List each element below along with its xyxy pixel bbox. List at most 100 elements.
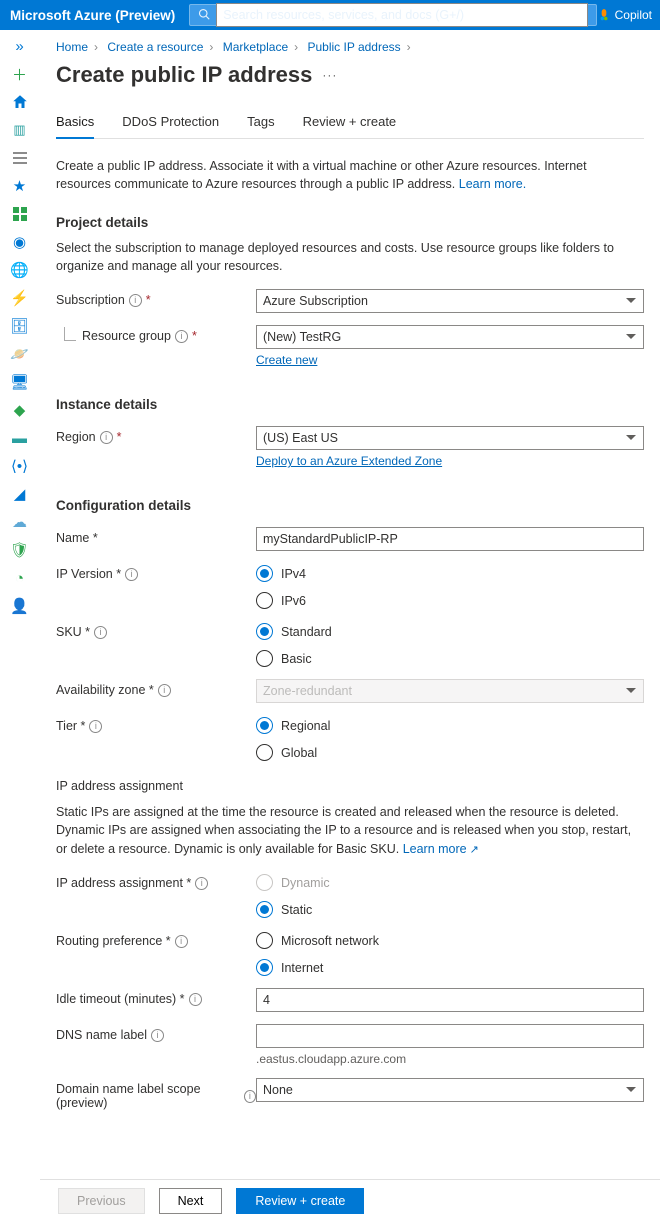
rail-storage-icon[interactable]: ▬ <box>10 428 30 448</box>
wizard-footer: Previous Next Review + create <box>40 1179 660 1221</box>
breadcrumb-create[interactable]: Create a resource <box>107 40 203 54</box>
tier-global-radio[interactable]: Global <box>256 744 644 761</box>
tabs: Basics DDoS Protection Tags Review + cre… <box>56 114 644 139</box>
info-icon[interactable]: i <box>100 431 113 444</box>
rail-list-icon[interactable] <box>10 148 30 168</box>
tier-regional-radio[interactable]: Regional <box>256 717 644 734</box>
name-input[interactable] <box>256 527 644 551</box>
info-icon[interactable]: i <box>175 935 188 948</box>
rail-star-icon[interactable]: ★ <box>10 176 30 196</box>
ipv4-radio[interactable]: IPv4 <box>256 565 644 582</box>
intro-text: Create a public IP address. Associate it… <box>56 157 644 193</box>
info-icon[interactable]: i <box>158 684 171 697</box>
info-icon[interactable]: i <box>129 294 142 307</box>
info-icon[interactable]: i <box>89 720 102 733</box>
assign-static-radio[interactable]: Static <box>256 901 644 918</box>
section-config: Configuration details <box>56 498 644 513</box>
breadcrumb-pip[interactable]: Public IP address <box>307 40 400 54</box>
copilot-icon <box>597 8 611 22</box>
rail-vnet-icon[interactable]: ⟨•⟩ <box>10 456 30 476</box>
assign-learn-link[interactable]: Learn more <box>403 842 479 856</box>
routing-ms-radio[interactable]: Microsoft network <box>256 932 644 949</box>
tier-label: Tier * i <box>56 715 256 733</box>
assign-dynamic-radio: Dynamic <box>256 874 644 891</box>
subscription-select[interactable]: Azure Subscription <box>256 289 644 313</box>
top-bar: Microsoft Azure (Preview) Copilot <box>0 0 660 30</box>
review-create-button[interactable]: Review + create <box>236 1188 364 1214</box>
ipv6-radio[interactable]: IPv6 <box>256 592 644 609</box>
search-icon <box>198 8 210 23</box>
left-rail: » ＋ ▥ ★ ◉ 🌐 ⚡ 🗄 🪐 🖥 ◆ ▬ ⟨•⟩ ◢ ☁ 🛡 ◔ 👤 <box>0 30 40 1221</box>
rail-cost-icon[interactable]: ◔ <box>10 568 30 588</box>
scope-select[interactable]: None <box>256 1078 644 1102</box>
region-select[interactable]: (US) East US <box>256 426 644 450</box>
sku-label: SKU * i <box>56 621 256 639</box>
tab-review[interactable]: Review + create <box>303 114 397 138</box>
brand: Microsoft Azure (Preview) <box>10 8 175 23</box>
sku-basic-radio[interactable]: Basic <box>256 650 644 667</box>
assign-label: IP address assignment * i <box>56 872 256 890</box>
section-project: Project details <box>56 215 644 230</box>
info-icon[interactable]: i <box>125 568 138 581</box>
rail-support-icon[interactable]: 👤 <box>10 596 30 616</box>
search-input[interactable] <box>216 3 587 27</box>
tab-ddos[interactable]: DDoS Protection <box>122 114 219 138</box>
breadcrumb-marketplace[interactable]: Marketplace <box>223 40 288 54</box>
rail-circle-icon[interactable]: ◉ <box>10 232 30 252</box>
rail-globe-icon[interactable]: 🌐 <box>10 260 30 280</box>
info-icon[interactable]: i <box>244 1090 256 1103</box>
sku-standard-radio[interactable]: Standard <box>256 623 644 640</box>
ip-assign-help: Static IPs are assigned at the time the … <box>56 803 644 858</box>
dns-suffix: .eastus.cloudapp.azure.com <box>256 1052 644 1066</box>
global-search[interactable] <box>189 4 596 26</box>
rail-home-icon[interactable] <box>10 92 30 112</box>
copilot-button[interactable]: Copilot <box>597 8 652 22</box>
dns-label-input[interactable] <box>256 1024 644 1048</box>
more-icon[interactable]: ··· <box>322 68 337 82</box>
tab-tags[interactable]: Tags <box>247 114 274 138</box>
rail-cosmos-icon[interactable]: 🪐 <box>10 344 30 364</box>
rail-vm-icon[interactable]: 🖥 <box>10 372 30 392</box>
rail-add-icon[interactable]: ＋ <box>10 64 30 84</box>
az-label: Availability zone * i <box>56 679 256 697</box>
content-area: Home› Create a resource› Marketplace› Pu… <box>40 30 660 1181</box>
breadcrumb-home[interactable]: Home <box>56 40 88 54</box>
tab-basics[interactable]: Basics <box>56 114 94 139</box>
rail-sql-icon[interactable]: 🗄 <box>10 316 30 336</box>
idle-timeout-input[interactable] <box>256 988 644 1012</box>
availability-zone-select: Zone-redundant <box>256 679 644 703</box>
subscription-label: Subscription i * <box>56 289 256 307</box>
region-label: Region i * <box>56 426 256 444</box>
rail-monitor-icon[interactable]: ☁ <box>10 512 30 532</box>
rail-functions-icon[interactable]: ⚡ <box>10 288 30 308</box>
info-icon[interactable]: i <box>189 993 202 1006</box>
ipversion-label: IP Version * i <box>56 563 256 581</box>
previous-button: Previous <box>58 1188 145 1214</box>
dns-label: DNS name label i <box>56 1024 256 1042</box>
rail-expand-icon[interactable]: » <box>10 36 30 56</box>
name-label: Name * <box>56 527 256 545</box>
info-icon[interactable]: i <box>195 877 208 890</box>
info-icon[interactable]: i <box>94 626 107 639</box>
project-hint: Select the subscription to manage deploy… <box>56 240 644 275</box>
rail-dashboard-icon[interactable]: ▥ <box>10 120 30 140</box>
rail-aad-icon[interactable]: ◢ <box>10 484 30 504</box>
extended-zone-link[interactable]: Deploy to an Azure Extended Zone <box>256 454 442 468</box>
resource-group-select[interactable]: (New) TestRG <box>256 325 644 349</box>
idle-label: Idle timeout (minutes) * i <box>56 988 256 1006</box>
page-title: Create public IP address ··· <box>56 62 644 88</box>
section-instance: Instance details <box>56 397 644 412</box>
routing-label: Routing preference * i <box>56 930 256 948</box>
create-new-rg-link[interactable]: Create new <box>256 353 317 367</box>
routing-internet-radio[interactable]: Internet <box>256 959 644 976</box>
resource-group-label: Resource group i * <box>56 325 256 343</box>
rail-grid-icon[interactable] <box>10 204 30 224</box>
info-icon[interactable]: i <box>175 330 188 343</box>
rail-lb-icon[interactable]: ◆ <box>10 400 30 420</box>
learn-more-link[interactable]: Learn more. <box>459 177 526 191</box>
breadcrumb: Home› Create a resource› Marketplace› Pu… <box>56 40 644 54</box>
rail-advisor-icon[interactable]: 🛡 <box>10 540 30 560</box>
next-button[interactable]: Next <box>159 1188 223 1214</box>
ip-assign-title: IP address assignment <box>56 779 644 793</box>
info-icon[interactable]: i <box>151 1029 164 1042</box>
